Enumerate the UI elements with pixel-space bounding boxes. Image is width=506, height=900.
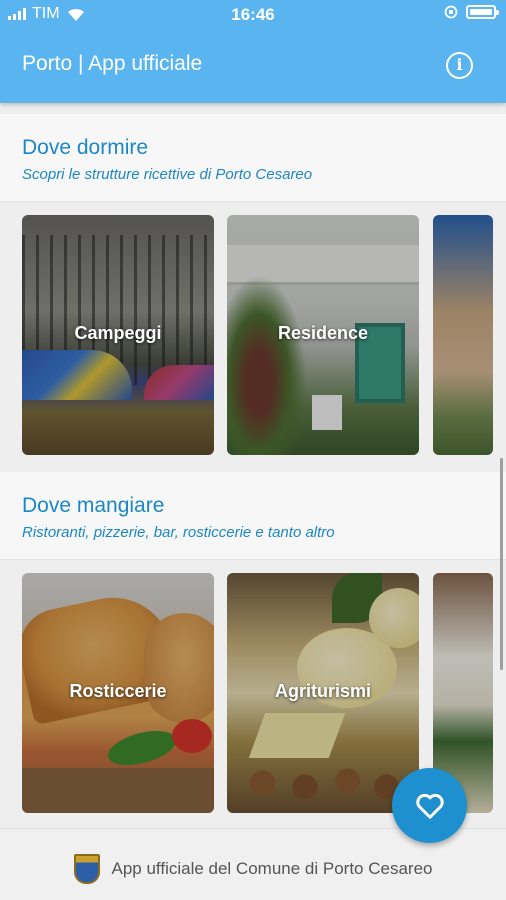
card-agriturismi[interactable]: Agriturismi — [227, 573, 419, 813]
app-header: TIM 16:46 Porto | App ufficiale i — [0, 0, 506, 103]
card-label: Agriturismi — [274, 681, 371, 701]
cards-carousel-dormire[interactable]: Campeggi Residence — [0, 202, 506, 470]
card-rosticcerie[interactable]: Rosticcerie — [22, 573, 214, 813]
card-partial[interactable] — [433, 215, 493, 455]
section-title: Dove mangiare — [22, 494, 165, 517]
section-subtitle: Scopri le strutture ricettive di Porto C… — [22, 166, 313, 183]
battery-icon — [466, 5, 499, 19]
card-label: Campeggi — [74, 323, 162, 343]
status-time: 16:46 — [231, 5, 275, 24]
card-residence[interactable]: Residence — [227, 215, 419, 455]
municipal-crest-icon — [73, 854, 100, 884]
favorites-button[interactable] — [392, 768, 467, 843]
status-bar: TIM 16:46 — [0, 0, 506, 28]
info-icon[interactable]: i — [446, 52, 473, 79]
card-campeggi[interactable]: Campeggi — [22, 215, 214, 455]
section-header-dove-mangiare: Dove mangiare Ristoranti, pizzerie, bar,… — [0, 472, 506, 560]
app-title: Porto | App ufficiale — [22, 52, 203, 75]
status-right — [444, 5, 499, 19]
section-title: Dove dormire — [22, 136, 149, 159]
card-label: Residence — [277, 323, 369, 343]
section-subtitle: Ristoranti, pizzerie, bar, rosticcerie e… — [22, 524, 335, 541]
heart-icon — [415, 793, 444, 819]
scrollbar[interactable] — [500, 458, 503, 670]
card-label: Rosticcerie — [69, 681, 167, 701]
section-header-dove-dormire: Dove dormire Scopri le strutture ricetti… — [0, 114, 506, 202]
footer-content: App ufficiale del Comune di Porto Cesare… — [0, 854, 506, 884]
card-overlay — [433, 215, 493, 455]
footer-text: App ufficiale del Comune di Porto Cesare… — [111, 859, 433, 878]
rotation-lock-icon — [444, 5, 458, 19]
